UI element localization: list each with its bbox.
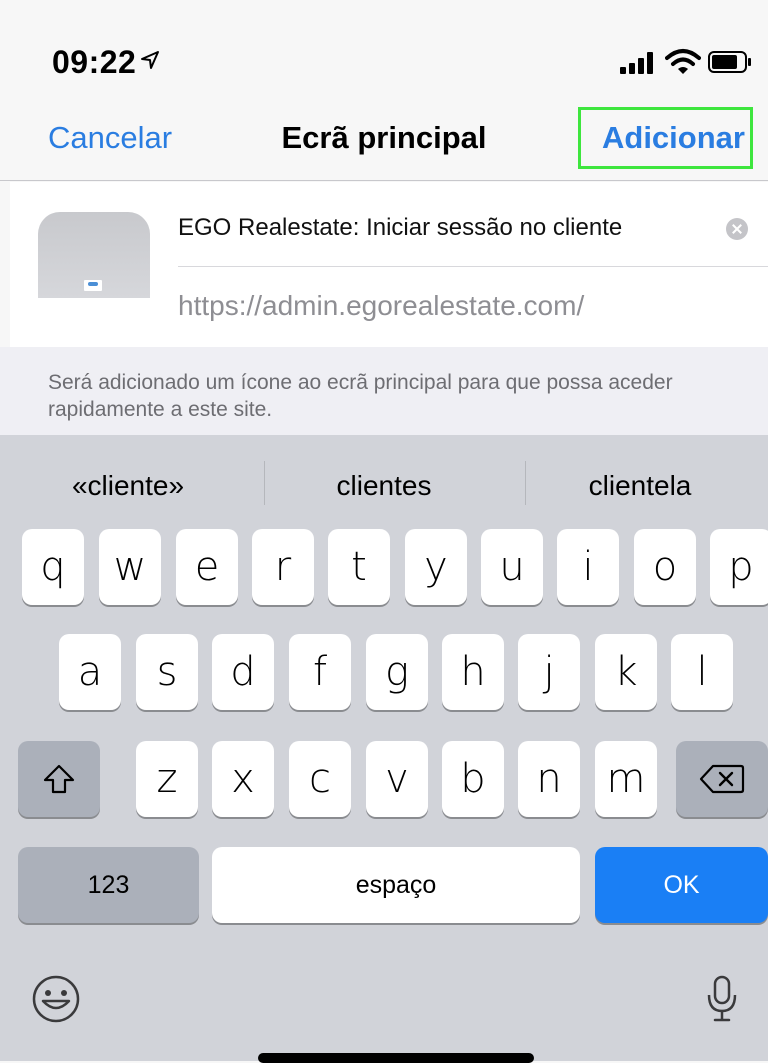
key-e[interactable]: e [176,529,238,605]
space-key[interactable]: espaço [212,847,580,923]
hint-text: Será adicionado um ícone ao ecrã princip… [48,371,673,421]
add-button[interactable]: Adicionar [602,120,745,156]
site-logo-icon [84,280,102,291]
key-v[interactable]: v [366,741,428,817]
home-indicator[interactable] [258,1053,534,1063]
signal-icon [620,52,653,74]
wifi-icon [665,49,701,74]
backspace-key[interactable] [676,741,768,817]
url-field: https://admin.egorealestate.com/ [178,290,585,321]
microphone-icon[interactable] [706,973,738,1025]
location-arrow-icon [141,51,159,69]
app-icon-preview [38,212,150,298]
divider [178,266,768,267]
keyboard: «cliente» clientes clientela q w e r t y… [0,435,768,1061]
key-c[interactable]: c [289,741,351,817]
status-bar: 09:22 [0,0,768,100]
key-i[interactable]: i [557,529,619,605]
numbers-key[interactable]: 123 [18,847,199,923]
suggestion-2[interactable]: clientes [256,470,512,502]
key-y[interactable]: y [405,529,467,605]
key-w[interactable]: w [99,529,161,605]
key-h[interactable]: h [442,634,504,710]
key-a[interactable]: a [59,634,121,710]
suggestion-3[interactable]: clientela [512,470,768,502]
bookmark-card: EGO Realestate: Iniciar sessão no client… [10,182,768,347]
key-s[interactable]: s [136,634,198,710]
key-f[interactable]: f [289,634,351,710]
shift-key[interactable] [18,741,100,817]
nav-bar: Cancelar Ecrã principal Adicionar [0,100,768,181]
key-k[interactable]: k [595,634,657,710]
key-q[interactable]: q [22,529,84,605]
hint-area: Será adicionado um ícone ao ecrã princip… [0,347,768,435]
status-time: 09:22 [52,44,137,80]
key-x[interactable]: x [212,741,274,817]
battery-icon [708,51,751,73]
key-g[interactable]: g [366,634,428,710]
key-l[interactable]: l [671,634,733,710]
key-j[interactable]: j [518,634,580,710]
key-z[interactable]: z [136,741,198,817]
key-t[interactable]: t [328,529,390,605]
key-n[interactable]: n [518,741,580,817]
clear-icon[interactable] [726,218,748,240]
emoji-icon[interactable] [30,973,82,1025]
backspace-icon [699,764,745,794]
shift-icon [43,764,75,794]
key-o[interactable]: o [634,529,696,605]
ok-key[interactable]: OK [595,847,768,923]
name-field[interactable]: EGO Realestate: Iniciar sessão no client… [178,214,622,242]
key-r[interactable]: r [252,529,314,605]
key-u[interactable]: u [481,529,543,605]
key-m[interactable]: m [595,741,657,817]
key-b[interactable]: b [442,741,504,817]
key-p[interactable]: p [710,529,768,605]
key-d[interactable]: d [212,634,274,710]
suggestion-1[interactable]: «cliente» [0,470,256,502]
